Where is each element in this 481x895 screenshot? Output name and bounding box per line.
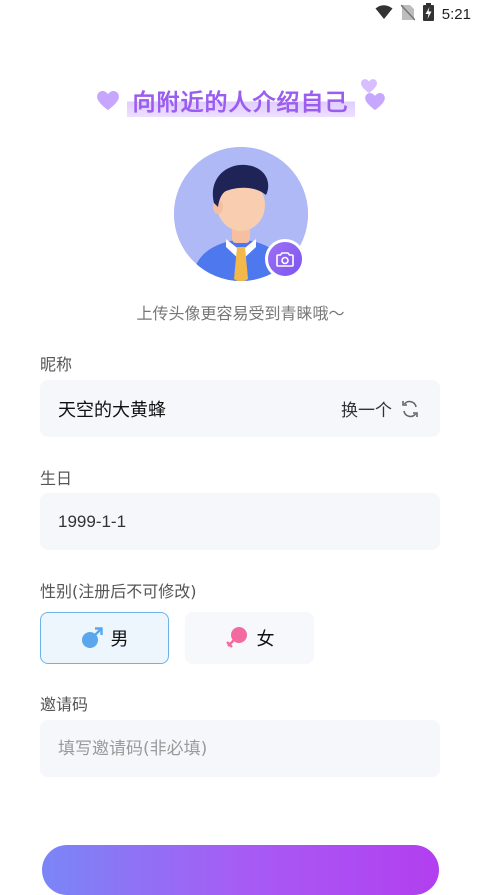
nickname-label: 昵称 xyxy=(40,355,73,374)
nickname-value[interactable]: 天空的大黄蜂 xyxy=(58,396,341,422)
heart-right-small-icon xyxy=(364,93,385,115)
birthday-field[interactable]: 1999-1-1 xyxy=(40,493,440,550)
heart-left-icon xyxy=(96,91,119,115)
birthday-value: 1999-1-1 xyxy=(58,511,127,531)
status-icons: 5:21 xyxy=(375,3,471,25)
refresh-icon xyxy=(402,400,418,417)
avatar-hint: 上传头像更容易受到青睐哦～ xyxy=(136,304,345,323)
male-icon xyxy=(81,627,103,648)
status-time: 5:21 xyxy=(441,5,471,23)
change-nickname-label: 换一个 xyxy=(341,401,392,421)
gender-female-label: 女 xyxy=(256,629,275,650)
gender-label: 性别(注册后不可修改) xyxy=(40,582,197,601)
invite-field[interactable] xyxy=(40,720,440,777)
battery-charging-icon xyxy=(422,3,434,25)
invite-label: 邀请码 xyxy=(40,695,89,714)
gender-male-label: 男 xyxy=(110,629,129,650)
status-bar: 5:21 xyxy=(0,0,481,28)
birthday-label: 生日 xyxy=(40,469,73,488)
header: 向附近的人介绍自己 xyxy=(0,79,481,120)
page-title: 向附近的人介绍自己 xyxy=(126,83,355,117)
female-icon xyxy=(225,627,247,648)
invite-input[interactable] xyxy=(58,738,420,759)
gender-female-option[interactable]: 女 xyxy=(185,612,314,664)
nickname-field[interactable]: 天空的大黄蜂 换一个 xyxy=(40,380,440,437)
camera-icon xyxy=(276,251,294,267)
camera-button[interactable] xyxy=(265,239,305,279)
avatar-upload[interactable] xyxy=(174,147,308,281)
no-sim-icon xyxy=(400,3,416,25)
submit-button[interactable] xyxy=(42,845,439,895)
gender-male-option[interactable]: 男 xyxy=(40,612,169,664)
change-nickname-button[interactable]: 换一个 xyxy=(341,396,420,421)
wifi-icon xyxy=(375,4,393,24)
title-group: 向附近的人介绍自己 xyxy=(96,79,385,117)
